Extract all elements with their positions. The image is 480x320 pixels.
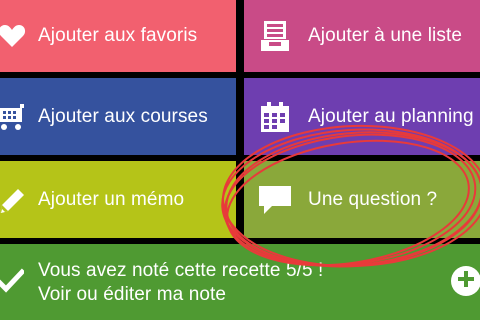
add-to-favorites-button[interactable]: Ajouter aux favoris bbox=[0, 0, 236, 72]
plus-icon bbox=[456, 269, 476, 294]
list-tray-icon bbox=[258, 19, 292, 53]
checkmark-icon bbox=[0, 267, 26, 295]
planning-label: Ajouter au planning bbox=[308, 105, 474, 127]
memo-label: Ajouter un mémo bbox=[38, 188, 185, 210]
pencil-icon bbox=[0, 184, 26, 216]
add-to-shopping-button[interactable]: Ajouter aux courses bbox=[0, 78, 236, 155]
list-label: Ajouter à une liste bbox=[308, 25, 462, 46]
rating-text: Vous avez noté cette recette 5/5 ! Voir … bbox=[38, 259, 323, 307]
ask-question-button[interactable]: Une question ? bbox=[244, 161, 480, 238]
calendar-icon bbox=[258, 100, 292, 134]
add-rating-button[interactable] bbox=[451, 266, 480, 296]
shopping-cart-icon bbox=[0, 101, 26, 133]
add-memo-button[interactable]: Ajouter un mémo bbox=[0, 161, 236, 238]
edit-rating-link[interactable]: Voir ou éditer ma note bbox=[38, 284, 226, 305]
add-to-planning-button[interactable]: Ajouter au planning bbox=[244, 78, 480, 155]
add-to-list-button[interactable]: Ajouter à une liste bbox=[244, 0, 480, 72]
favorites-label: Ajouter aux favoris bbox=[38, 25, 198, 46]
speech-bubble-icon bbox=[258, 183, 292, 217]
shopping-label: Ajouter aux courses bbox=[38, 105, 208, 127]
question-label: Une question ? bbox=[308, 188, 438, 210]
rating-row[interactable]: Vous avez noté cette recette 5/5 ! Voir … bbox=[0, 244, 480, 320]
rating-summary: Vous avez noté cette recette 5/5 ! bbox=[38, 260, 324, 281]
heart-icon bbox=[0, 20, 26, 52]
